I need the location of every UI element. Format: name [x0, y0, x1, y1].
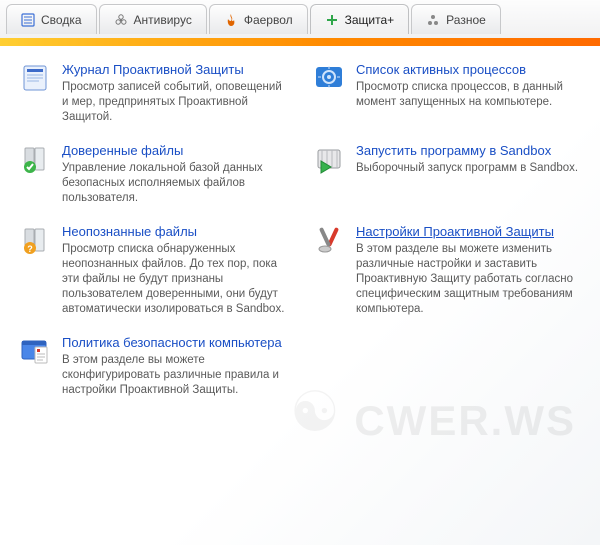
tab-misc[interactable]: Разное — [411, 4, 501, 34]
spacer — [312, 335, 582, 398]
tab-firewall[interactable]: Фаервол — [209, 4, 308, 34]
biohazard-icon — [114, 13, 128, 27]
journal-icon — [18, 62, 52, 96]
item-desc: Просмотр записей событий, оповещений и м… — [62, 80, 288, 125]
flame-icon — [224, 13, 238, 27]
sandbox-run-icon — [312, 143, 346, 177]
item-desc: Управление локальной базой данных безопа… — [62, 161, 288, 206]
link-defense-journal[interactable]: Журнал Проактивной Защиты — [62, 62, 244, 77]
link-defense-settings[interactable]: Настройки Проактивной Защиты — [356, 224, 554, 239]
item-active-processes: Список активных процессов Просмотр списк… — [312, 62, 582, 125]
item-defense-journal: Журнал Проактивной Защиты Просмотр запис… — [18, 62, 288, 125]
item-desc: В этом разделе вы можете изменить различ… — [356, 242, 582, 317]
tab-summary[interactable]: Сводка — [6, 4, 97, 34]
list-icon — [21, 13, 35, 27]
app-window: Сводка Антивирус Фаервол Защита+ Разное — [0, 0, 600, 545]
tab-label: Защита+ — [345, 13, 395, 27]
link-unknown-files[interactable]: Неопознанные файлы — [62, 224, 197, 239]
tab-antivirus[interactable]: Антивирус — [99, 4, 207, 34]
watermark-text: CWER.WS — [354, 397, 576, 445]
tab-label: Фаервол — [244, 13, 293, 27]
tab-label: Сводка — [41, 13, 82, 27]
item-desc: В этом разделе вы можете сконфигурироват… — [62, 353, 288, 398]
link-trusted-files[interactable]: Доверенные файлы — [62, 143, 183, 158]
plus-icon — [325, 13, 339, 27]
policy-icon — [18, 335, 52, 369]
tab-label: Разное — [446, 13, 486, 27]
processes-icon — [312, 62, 346, 96]
tab-label: Антивирус — [134, 13, 192, 27]
item-unknown-files: ? Неопознанные файлы Просмотр списка обн… — [18, 224, 288, 317]
item-security-policy: Политика безопасности компьютера В этом … — [18, 335, 288, 398]
item-desc: Просмотр списка обнаруженных неопознанны… — [62, 242, 288, 317]
link-security-policy[interactable]: Политика безопасности компьютера — [62, 335, 282, 350]
item-desc: Выборочный запуск программ в Sandbox. — [356, 161, 582, 176]
settings-icon — [312, 224, 346, 258]
tab-strip: Сводка Антивирус Фаервол Защита+ Разное — [0, 0, 600, 38]
dots-icon — [426, 13, 440, 27]
item-trusted-files: Доверенные файлы Управление локальной ба… — [18, 143, 288, 206]
accent-bar — [0, 38, 600, 46]
item-defense-settings: Настройки Проактивной Защиты В этом разд… — [312, 224, 582, 317]
link-run-sandbox[interactable]: Запустить программу в Sandbox — [356, 143, 551, 158]
unknown-files-icon: ? — [18, 224, 52, 258]
options-grid: Журнал Проактивной Защиты Просмотр запис… — [18, 62, 582, 398]
tab-defense-plus[interactable]: Защита+ — [310, 4, 410, 34]
content-area: Журнал Проактивной Защиты Просмотр запис… — [0, 46, 600, 545]
link-active-processes[interactable]: Список активных процессов — [356, 62, 526, 77]
trusted-files-icon — [18, 143, 52, 177]
item-desc: Просмотр списка процессов, в данный моме… — [356, 80, 582, 110]
item-run-sandbox: Запустить программу в Sandbox Выборочный… — [312, 143, 582, 206]
svg-text:?: ? — [27, 244, 33, 254]
